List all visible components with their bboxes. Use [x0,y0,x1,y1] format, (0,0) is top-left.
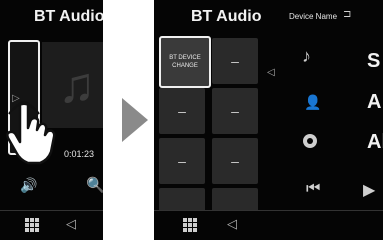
right-screen: BT Audio Device Name ⊐ BT DEVICE CHANGE … [154,0,383,240]
left-screen-title: BT Audio [34,8,103,25]
grid-button-1[interactable]: – [212,38,258,84]
grid-button-5[interactable]: – [212,138,258,184]
back-icon[interactable]: ◁ [66,216,76,232]
song-title: S [367,50,381,72]
menu-grid-icon[interactable] [25,218,39,232]
grid-button-2[interactable]: – [159,88,205,134]
bottom-bar [0,210,103,240]
device-name-label: Device Name [289,12,338,21]
bt-device-change-button[interactable]: BT DEVICE CHANGE [159,36,211,88]
bt-device-change-label-line2: CHANGE [172,63,198,69]
play-icon[interactable]: ▶ [363,180,375,200]
speaker-icon[interactable]: 🔊 [20,177,37,194]
album-name: Al [367,131,383,153]
album-disc-icon [303,134,317,148]
artist-name: A [367,91,382,113]
grid-button-4[interactable]: – [159,138,205,184]
music-note-icon: ♫ [58,57,96,113]
right-screen-title: BT Audio [191,8,262,25]
tap-hand-icon [6,100,56,165]
menu-grid-icon[interactable] [183,218,197,232]
search-icon[interactable]: 🔍 [86,176,103,194]
back-icon[interactable]: ◁ [227,216,237,232]
previous-track-icon[interactable]: ⏮ [306,180,320,198]
grid-button-3[interactable]: – [212,88,258,134]
next-step-arrow [122,98,148,142]
artist-icon: 👤 [304,94,322,110]
song-note-icon: ♪ [302,46,311,66]
playback-time: 0:01:23 [64,149,95,159]
device-name-icon: ⊐ [343,9,352,20]
bt-device-change-label-line1: BT DEVICE [169,55,201,61]
chevron-left-icon[interactable]: ◁ [267,67,275,78]
